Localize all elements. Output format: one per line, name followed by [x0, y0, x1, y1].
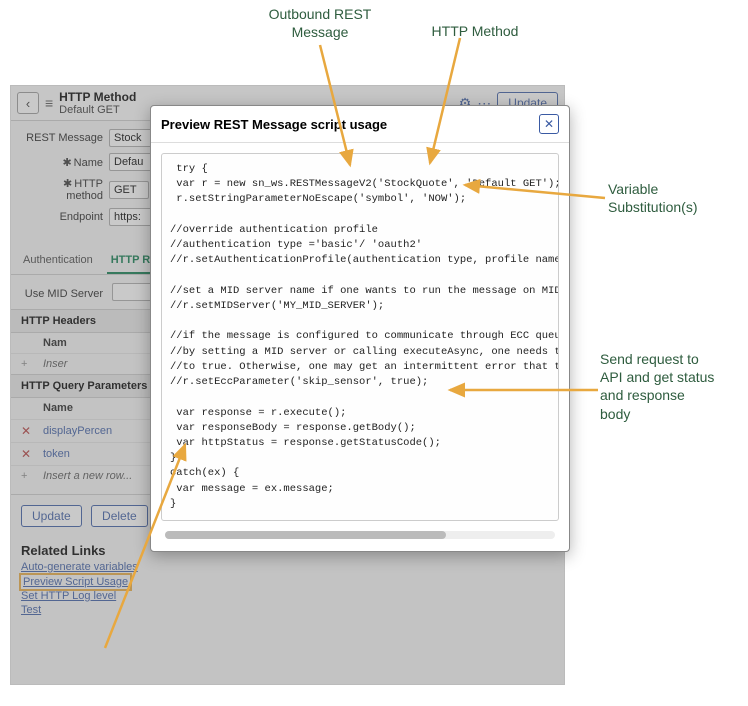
modal-header: Preview REST Message script usage ✕: [151, 106, 569, 143]
script-preview-code: try { var r = new sn_ws.RESTMessageV2('S…: [161, 153, 559, 521]
scrollbar-thumb[interactable]: [165, 531, 446, 539]
modal-title: Preview REST Message script usage: [161, 117, 387, 132]
close-icon: ✕: [544, 117, 554, 131]
annotation-send-request: Send request to API and get status and r…: [600, 350, 740, 423]
annotation-variable-sub: Variable Substitution(s): [608, 180, 738, 216]
close-button[interactable]: ✕: [539, 114, 559, 134]
preview-script-modal: Preview REST Message script usage ✕ try …: [150, 105, 570, 552]
annotation-outbound-rest: Outbound REST Message: [245, 5, 395, 41]
annotation-http-method: HTTP Method: [420, 22, 530, 40]
horizontal-scrollbar[interactable]: [165, 531, 555, 539]
